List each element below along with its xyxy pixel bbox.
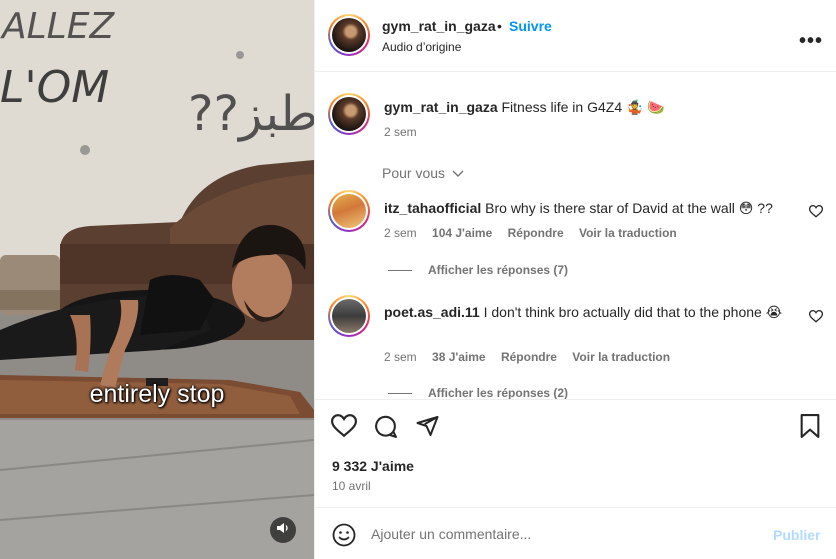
post-caption: gym_rat_in_gaza Fitness life in G4Z4 🤹 🍉 (384, 98, 804, 116)
comment-likes[interactable]: 38 J'aime (432, 350, 486, 364)
comment-age: 2 sem (384, 350, 417, 364)
comment-likes[interactable]: 104 J'aime (432, 226, 492, 240)
paper-plane-icon[interactable] (415, 414, 440, 443)
caption-age: 2 sem (384, 125, 417, 139)
video-frame: ALLEZ L'OM ??طبز (0, 0, 314, 559)
comment-input[interactable] (371, 520, 751, 548)
view-replies-label: Afficher les réponses (7) (428, 263, 569, 277)
comment-sort-dropdown[interactable]: Pour vous (382, 165, 464, 181)
translate-button[interactable]: Voir la traduction (579, 226, 677, 240)
caption-avatar[interactable] (328, 93, 370, 135)
reply-button[interactable]: Répondre (501, 350, 557, 364)
heart-icon[interactable] (330, 414, 358, 443)
video-caption: entirely stop (89, 380, 225, 408)
comments-section[interactable]: gym_rat_in_gaza Fitness life in G4Z4 🤹 🍉… (315, 73, 836, 399)
comment-username[interactable]: itz_tahaofficial (384, 200, 481, 216)
comment-text: I don't think bro actually did that to t… (483, 304, 783, 320)
separator-dot: • (497, 18, 502, 34)
chevron-down-icon (449, 165, 464, 181)
likes-count[interactable]: 9 332 J'aime (332, 458, 414, 474)
publish-button[interactable]: Publier (773, 527, 820, 543)
follow-button[interactable]: Suivre (509, 18, 552, 34)
more-options-icon[interactable]: ••• (799, 30, 823, 53)
comment-avatar[interactable] (328, 190, 370, 232)
comment-meta: 2 sem 104 J'aime Répondre Voir la traduc… (384, 226, 689, 240)
comment-avatar[interactable] (328, 295, 370, 337)
author-username[interactable]: gym_rat_in_gaza (382, 18, 496, 34)
add-comment-bar: Publier (315, 507, 836, 559)
view-replies-button[interactable]: Afficher les réponses (7) (388, 263, 568, 277)
view-replies-label: Afficher les réponses (2) (428, 386, 569, 399)
comment-username[interactable]: poet.as_adi.11 (384, 304, 480, 320)
post-header: gym_rat_in_gaza • Suivre Audio d’origine… (315, 0, 836, 72)
caption-text: Fitness life in G4Z4 🤹 🍉 (501, 99, 665, 115)
reel-video[interactable]: ALLEZ L'OM ??طبز entirely stop (0, 0, 314, 559)
post-panel: gym_rat_in_gaza • Suivre Audio d’origine… (314, 0, 836, 559)
bookmark-icon[interactable] (799, 414, 821, 444)
comment-meta: 2 sem 38 J'aime Répondre Voir la traduct… (384, 350, 682, 364)
speaker-icon (276, 521, 290, 540)
comment-like-heart-icon[interactable] (808, 205, 824, 223)
comment-age: 2 sem (384, 226, 417, 240)
comment-icon[interactable] (373, 414, 398, 444)
comment-item: itz_tahaofficial Bro why is there star o… (384, 199, 794, 217)
post-actions: 9 332 J'aime 10 avril (315, 399, 836, 507)
caption-meta: 2 sem (384, 125, 429, 139)
comment-like-heart-icon[interactable] (808, 310, 824, 328)
translate-button[interactable]: Voir la traduction (572, 350, 670, 364)
emoji-icon[interactable] (332, 523, 356, 552)
sort-label: Pour vous (382, 165, 446, 181)
svg-text:ALLEZ: ALLEZ (0, 6, 115, 47)
view-replies-button[interactable]: Afficher les réponses (2) (388, 386, 568, 399)
svg-text:L'OM: L'OM (0, 62, 109, 113)
comment-text: Bro why is there star of David at the wa… (485, 200, 773, 216)
post-date: 10 avril (332, 479, 371, 493)
caption-username[interactable]: gym_rat_in_gaza (384, 99, 498, 115)
audio-link[interactable]: Audio d’origine (382, 40, 461, 54)
comment-item: poet.as_adi.11 I don't think bro actuall… (384, 303, 794, 321)
mute-button[interactable] (270, 517, 296, 543)
author-avatar[interactable] (328, 14, 370, 56)
svg-text:??طبز: ??طبز (188, 86, 314, 142)
reply-button[interactable]: Répondre (508, 226, 564, 240)
